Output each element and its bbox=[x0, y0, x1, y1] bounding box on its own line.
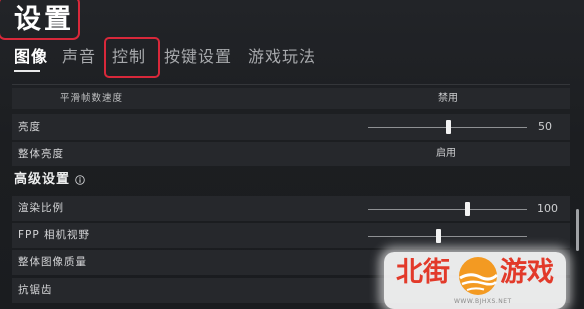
slider-thumb[interactable] bbox=[445, 120, 451, 134]
setting-label: 整体图像质量 bbox=[18, 256, 87, 268]
setting-label: 平滑帧数速度 bbox=[60, 93, 124, 104]
annotation-box-title bbox=[0, 0, 80, 40]
tab-keybindings[interactable]: 按键设置 bbox=[164, 46, 232, 68]
setting-label: 整体亮度 bbox=[18, 148, 64, 160]
slider-thumb[interactable] bbox=[435, 228, 441, 243]
tab-graphics[interactable]: 图像 bbox=[14, 46, 48, 68]
setting-row-fpp-fov[interactable]: FPP 相机视野 bbox=[12, 223, 570, 248]
tab-gameplay[interactable]: 游戏玩法 bbox=[248, 46, 316, 68]
watermark-url: WWW.BJHXS.NET bbox=[454, 298, 512, 305]
slider-value: 100 bbox=[537, 202, 558, 215]
section-header-advanced: 高级设置 bbox=[14, 172, 71, 187]
annotation-box-controls-tab bbox=[104, 37, 160, 78]
info-icon[interactable] bbox=[75, 175, 85, 185]
setting-row-brightness[interactable]: 亮度 50 bbox=[12, 114, 570, 140]
watermark-text-left: 北街 bbox=[396, 257, 450, 288]
tab-audio[interactable]: 声音 bbox=[62, 46, 96, 68]
slider-thumb[interactable] bbox=[464, 201, 470, 216]
watermark: 北街 游戏 WWW.BJHXS.NET bbox=[384, 252, 566, 309]
fpp-fov-slider[interactable] bbox=[368, 228, 527, 243]
setting-row-render-scale[interactable]: 渲染比例 100 bbox=[12, 196, 570, 221]
setting-row-smooth-frame-speed[interactable]: 平滑帧数速度 禁用 bbox=[12, 88, 570, 109]
sun-wave-logo-icon bbox=[459, 257, 499, 295]
setting-label: 亮度 bbox=[18, 121, 41, 133]
active-tab-underline bbox=[14, 70, 40, 72]
scrollbar[interactable] bbox=[576, 209, 579, 251]
tabs-divider bbox=[12, 84, 570, 85]
setting-value-selector[interactable]: 禁用 bbox=[438, 88, 458, 109]
slider-value: 50 bbox=[538, 120, 552, 133]
render-scale-slider[interactable] bbox=[368, 201, 527, 216]
brightness-slider[interactable] bbox=[368, 120, 527, 134]
setting-label: 渲染比例 bbox=[18, 202, 64, 214]
setting-label: FPP 相机视野 bbox=[18, 229, 91, 241]
setting-value-selector[interactable]: 启用 bbox=[436, 142, 456, 166]
watermark-text-right: 游戏 bbox=[500, 257, 554, 288]
setting-label: 抗锯齿 bbox=[18, 284, 53, 296]
setting-row-overall-brightness[interactable]: 整体亮度 启用 bbox=[12, 142, 570, 166]
